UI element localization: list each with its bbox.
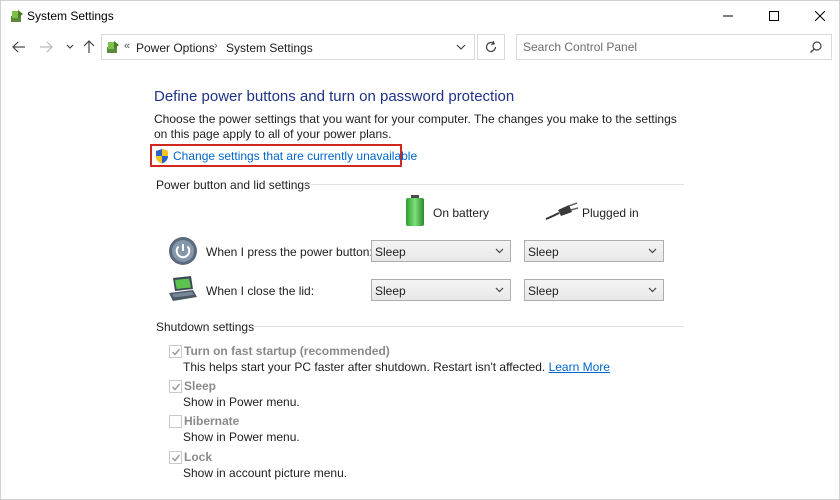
navigation-bar: « Power Options › System Settings <box>1 32 839 64</box>
chevron-down-icon <box>648 248 657 254</box>
chevron-down-icon <box>495 287 504 293</box>
window-title: System Settings <box>27 9 114 23</box>
page-title: Define power buttons and turn on passwor… <box>154 88 515 105</box>
lock-checkbox[interactable] <box>169 451 182 464</box>
minimize-button[interactable] <box>705 1 751 31</box>
checkmark-icon <box>171 348 181 356</box>
select-value: Sleep <box>375 284 406 298</box>
refresh-button[interactable] <box>477 34 505 60</box>
arrow-left-icon <box>12 41 25 53</box>
learn-more-link[interactable]: Learn More <box>549 360 610 374</box>
sleep-checkbox[interactable] <box>169 380 182 393</box>
close-button[interactable] <box>797 1 840 31</box>
title-bar: System Settings <box>1 1 839 31</box>
address-bar[interactable]: « Power Options › System Settings <box>101 34 475 60</box>
up-button[interactable] <box>80 38 98 56</box>
lock-description: Show in account picture menu. <box>183 466 348 480</box>
search-input[interactable] <box>523 39 803 55</box>
maximize-button[interactable] <box>751 1 797 31</box>
breadcrumb-power-options[interactable]: Power Options <box>136 41 215 55</box>
change-settings-highlight: Change settings that are currently unava… <box>150 144 417 167</box>
system-settings-window: System Settings « Power Options › System… <box>0 0 840 500</box>
close-lid-on-battery-select[interactable]: Sleep <box>371 279 511 301</box>
power-button-label: When I press the power button: <box>206 245 373 259</box>
chevron-down-icon <box>66 44 74 49</box>
close-lid-plugged-in-select[interactable]: Sleep <box>524 279 664 301</box>
power-button-icon <box>169 237 197 265</box>
fast-startup-checkbox[interactable] <box>169 345 182 358</box>
search-box[interactable] <box>516 34 832 60</box>
power-options-icon <box>107 41 119 53</box>
select-value: Sleep <box>375 245 406 259</box>
sleep-description: Show in Power menu. <box>183 395 300 409</box>
recent-locations-button[interactable] <box>61 38 79 56</box>
sleep-label: Sleep <box>184 379 217 393</box>
minimize-icon <box>723 15 733 17</box>
arrow-up-icon <box>83 40 95 53</box>
fast-startup-description: This helps start your PC faster after sh… <box>183 360 610 374</box>
power-button-plugged-in-select[interactable]: Sleep <box>524 240 664 262</box>
chevron-down-icon <box>495 248 504 254</box>
checkmark-icon <box>171 454 181 462</box>
back-button[interactable] <box>10 38 28 56</box>
battery-icon <box>406 195 424 226</box>
breadcrumb-separator[interactable]: › <box>214 40 218 52</box>
close-icon <box>815 11 825 21</box>
search-icon[interactable] <box>809 40 823 54</box>
power-plug-icon <box>545 202 579 220</box>
select-value: Sleep <box>528 284 559 298</box>
change-settings-link[interactable]: Change settings that are currently unava… <box>173 149 417 163</box>
shutdown-section-divider <box>253 326 684 327</box>
forward-button[interactable] <box>37 38 55 56</box>
lock-label: Lock <box>184 450 213 464</box>
hibernate-checkbox[interactable] <box>169 415 182 428</box>
chevron-down-icon <box>456 44 466 50</box>
power-button-on-battery-select[interactable]: Sleep <box>371 240 511 262</box>
select-value: Sleep <box>528 245 559 259</box>
uac-shield-icon <box>156 149 168 164</box>
close-lid-label: When I close the lid: <box>206 284 315 298</box>
checkmark-icon <box>171 383 181 391</box>
chevron-down-icon <box>648 287 657 293</box>
hibernate-description: Show in Power menu. <box>183 430 300 444</box>
breadcrumb-system-settings[interactable]: System Settings <box>226 41 313 55</box>
power-section-divider <box>305 184 684 185</box>
power-section-label: Power button and lid settings <box>156 178 311 192</box>
on-battery-header: On battery <box>433 206 490 220</box>
plugged-in-header: Plugged in <box>582 206 639 220</box>
page-description: Choose the power settings that you want … <box>154 112 677 141</box>
arrow-right-icon <box>40 41 53 53</box>
power-options-app-icon <box>11 10 23 22</box>
maximize-icon <box>769 11 779 21</box>
fast-startup-label: Turn on fast startup (recommended) <box>184 344 390 358</box>
shutdown-section-label: Shutdown settings <box>156 320 255 334</box>
laptop-lid-icon <box>169 276 197 301</box>
breadcrumb-overflow[interactable]: « <box>124 40 130 52</box>
refresh-icon <box>485 40 497 53</box>
address-dropdown-button[interactable] <box>454 41 468 53</box>
fast-startup-description-text: This helps start your PC faster after sh… <box>183 360 546 374</box>
hibernate-label: Hibernate <box>184 414 240 428</box>
